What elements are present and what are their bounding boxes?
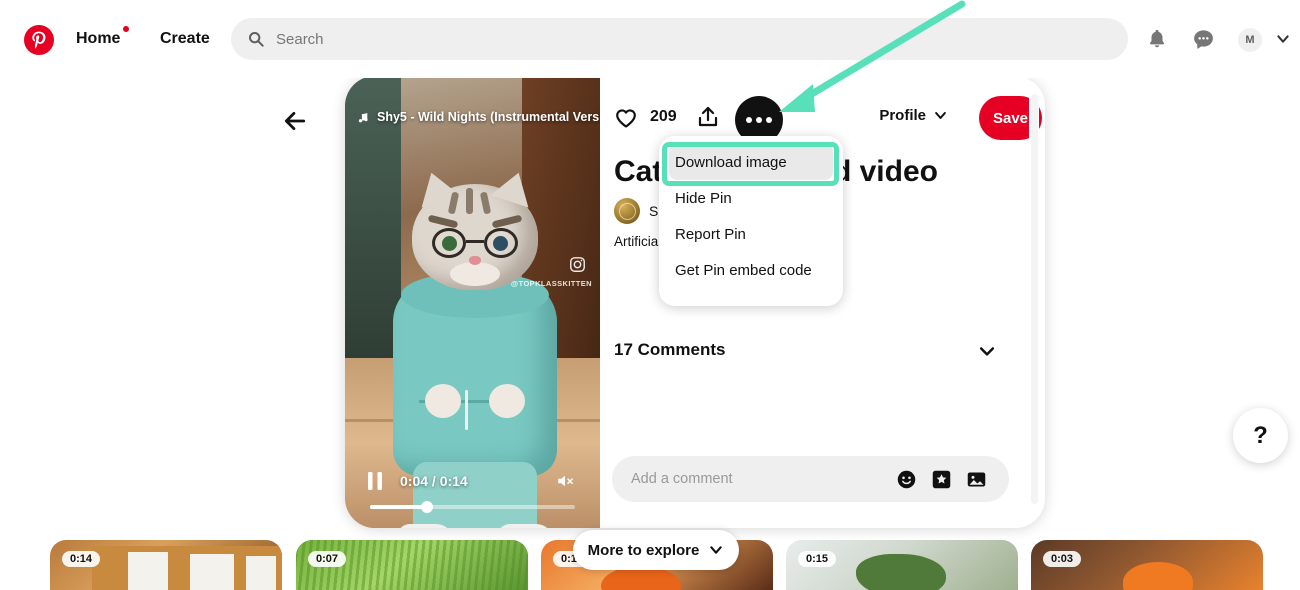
creator-avatar[interactable] bbox=[614, 198, 640, 224]
heart-icon[interactable] bbox=[614, 106, 638, 130]
account-chevron-down-icon[interactable] bbox=[1275, 31, 1291, 47]
video-time-display: 0:04 / 0:14 bbox=[400, 473, 468, 489]
more-to-explore-button[interactable]: More to explore bbox=[573, 530, 739, 570]
menu-item-report-pin[interactable]: Report Pin bbox=[659, 216, 843, 252]
back-arrow-icon[interactable] bbox=[282, 108, 308, 134]
share-upload-icon[interactable] bbox=[696, 105, 720, 129]
chevron-down-icon bbox=[933, 108, 948, 123]
menu-item-hide-pin[interactable]: Hide Pin bbox=[659, 180, 843, 216]
video-controls: 0:04 / 0:14 bbox=[345, 458, 600, 528]
video-progress-fill bbox=[370, 505, 428, 509]
video-music-label: Shy5 - Wild Nights (Instrumental Version… bbox=[357, 110, 600, 124]
like-count: 209 bbox=[650, 108, 677, 125]
top-navigation-bar: Home Create Search M bbox=[0, 0, 1300, 78]
nav-item-create[interactable]: Create bbox=[160, 28, 210, 50]
comment-input-box[interactable]: Add a comment bbox=[612, 456, 1009, 502]
search-icon bbox=[248, 31, 264, 47]
thumbnail-duration-badge: 0:07 bbox=[308, 551, 347, 567]
nav-item-home[interactable]: Home bbox=[76, 26, 130, 50]
comments-count-label: 17 Comments bbox=[614, 340, 726, 359]
search-bar[interactable]: Search bbox=[231, 18, 1128, 60]
nav-home-label: Home bbox=[76, 30, 121, 47]
more-to-explore-label: More to explore bbox=[587, 541, 700, 559]
speaker-muted-icon[interactable] bbox=[555, 472, 575, 490]
chevron-down-icon bbox=[708, 542, 724, 558]
comments-chevron-down-icon[interactable] bbox=[977, 341, 997, 361]
profile-selector-label: Profile bbox=[879, 107, 926, 124]
video-progress-handle[interactable] bbox=[421, 501, 434, 513]
related-video-thumbnail[interactable]: 0:07 bbox=[296, 540, 528, 590]
emoji-smiley-icon[interactable] bbox=[896, 469, 917, 490]
board-profile-selector[interactable]: Profile bbox=[879, 107, 948, 124]
avatar-initial: M bbox=[1245, 34, 1255, 46]
related-video-thumbnail[interactable]: 0:15 bbox=[786, 540, 1018, 590]
home-notification-dot bbox=[123, 26, 130, 32]
notifications-bell-icon[interactable] bbox=[1145, 27, 1169, 51]
menu-item-get-pin-embed-code[interactable]: Get Pin embed code bbox=[659, 252, 843, 288]
sticker-star-icon[interactable] bbox=[931, 469, 952, 490]
pin-comments-row[interactable]: 17 Comments bbox=[614, 338, 1025, 364]
user-avatar[interactable]: M bbox=[1238, 28, 1262, 52]
search-input-placeholder[interactable]: Search bbox=[276, 31, 324, 48]
video-watermark-handle: @TOPKLASSKITTEN bbox=[510, 279, 592, 288]
pin-card-scrollbar-thumb[interactable] bbox=[1031, 94, 1038, 504]
messages-chat-icon[interactable] bbox=[1191, 27, 1215, 51]
related-video-thumbnail[interactable]: 0:14 bbox=[50, 540, 282, 590]
pinterest-logo-icon[interactable] bbox=[24, 25, 54, 55]
instagram-icon bbox=[569, 256, 586, 273]
music-title-text: Shy5 - Wild Nights (Instrumental Version… bbox=[377, 110, 600, 124]
help-button[interactable]: ? bbox=[1233, 408, 1288, 463]
nav-create-label: Create bbox=[160, 30, 210, 47]
comment-input-placeholder[interactable]: Add a comment bbox=[631, 471, 896, 487]
thumbnail-duration-badge: 0:14 bbox=[62, 551, 101, 567]
pinterest-pin-page: Home Create Search M Shy5 - Wild Nights … bbox=[0, 0, 1300, 590]
menu-item-download-image[interactable]: Download image bbox=[669, 144, 833, 180]
pin-options-dropdown-menu: Download image Hide Pin Report Pin Get P… bbox=[659, 136, 843, 306]
related-video-thumbnail[interactable]: 0:03 bbox=[1031, 540, 1263, 590]
pin-video-player[interactable]: Shy5 - Wild Nights (Instrumental Version… bbox=[345, 76, 600, 528]
music-note-icon bbox=[357, 111, 370, 124]
thumbnail-duration-badge: 0:15 bbox=[798, 551, 837, 567]
thumbnail-duration-badge: 0:03 bbox=[1043, 551, 1082, 567]
image-attachment-icon[interactable] bbox=[966, 469, 987, 490]
pause-icon[interactable] bbox=[368, 472, 382, 490]
video-progress-bar[interactable] bbox=[370, 501, 575, 513]
